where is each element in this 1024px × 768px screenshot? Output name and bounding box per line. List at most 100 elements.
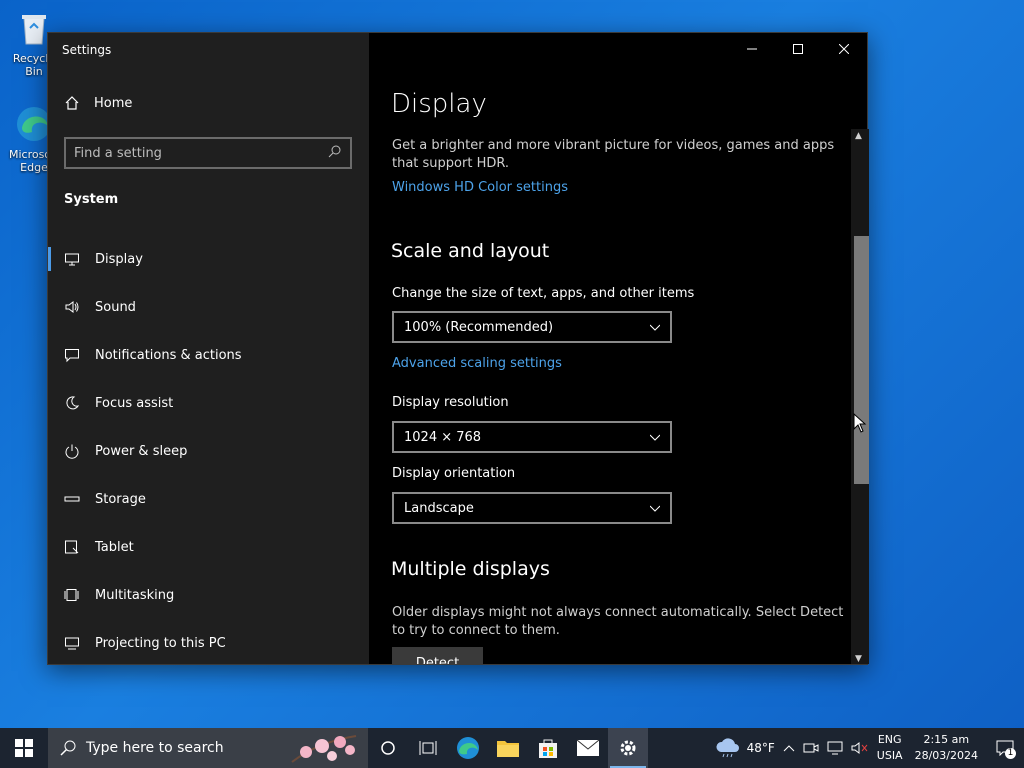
meet-now-icon xyxy=(803,743,819,753)
taskbar-search-placeholder: Type here to search xyxy=(86,740,224,756)
scale-label: Change the size of text, apps, and other… xyxy=(392,286,695,301)
resolution-label: Display resolution xyxy=(392,395,509,410)
mail-icon xyxy=(576,739,600,756)
task-view-button[interactable] xyxy=(408,728,448,768)
search-input[interactable] xyxy=(74,145,328,161)
notification-count-badge: 1 xyxy=(1005,748,1016,759)
advanced-scaling-link[interactable]: Advanced scaling settings xyxy=(392,356,562,371)
scroll-thumb[interactable] xyxy=(854,236,869,484)
settings-window: Settings Home System Display Sound xyxy=(47,32,869,667)
multiple-displays-description: Older displays might not always connect … xyxy=(392,605,844,638)
monitor-icon xyxy=(64,251,80,267)
scrollbar[interactable]: ▲ ▼ xyxy=(851,129,869,664)
sidebar-item-power-sleep[interactable]: Power & sleep xyxy=(48,427,369,475)
clock-date: 28/03/2024 xyxy=(914,749,978,762)
language-indicator[interactable]: ENG USIA xyxy=(873,728,907,768)
taskbar-store[interactable] xyxy=(528,728,568,768)
sidebar-item-label: Notifications & actions xyxy=(95,347,242,363)
sidebar-item-multitasking[interactable]: Multitasking xyxy=(48,571,369,619)
tablet-icon xyxy=(64,539,80,555)
tray-meet-button[interactable] xyxy=(799,728,823,768)
sidebar-item-label: Projecting to this PC xyxy=(95,635,226,651)
find-setting-search[interactable] xyxy=(64,137,352,169)
search-icon xyxy=(60,740,76,756)
mouse-cursor-icon xyxy=(853,413,867,433)
language-region: USIA xyxy=(876,749,903,762)
sidebar-item-label: Power & sleep xyxy=(95,443,188,459)
taskbar-search-box[interactable]: Type here to search xyxy=(48,728,368,768)
taskbar-file-explorer[interactable] xyxy=(488,728,528,768)
section-label: System xyxy=(64,192,119,207)
hdr-description: Get a brighter and more vibrant picture … xyxy=(392,138,835,171)
power-icon xyxy=(64,443,80,459)
network-icon xyxy=(827,741,843,755)
cherry-blossom-icon xyxy=(291,735,357,763)
sidebar-item-label: Sound xyxy=(95,299,136,315)
tray-volume-button[interactable] xyxy=(847,728,873,768)
taskbar-mail[interactable] xyxy=(568,728,608,768)
chevron-down-icon xyxy=(650,434,660,441)
file-explorer-icon xyxy=(497,741,519,757)
edge-icon xyxy=(457,737,479,759)
scroll-down-icon[interactable]: ▼ xyxy=(855,654,862,664)
scale-layout-heading: Scale and layout xyxy=(391,240,550,262)
chevron-up-icon xyxy=(783,745,795,752)
window-title: Settings xyxy=(62,43,112,57)
scale-value: 100% (Recommended) xyxy=(404,319,554,335)
orientation-dropdown[interactable]: Landscape xyxy=(392,492,672,524)
weather-widget[interactable]: 48°F xyxy=(711,728,779,768)
multitasking-icon xyxy=(64,587,80,603)
cloud-rain-icon xyxy=(716,738,739,758)
sidebar-item-sound[interactable]: Sound xyxy=(48,283,369,331)
action-center-button[interactable]: 1 xyxy=(986,728,1024,768)
taskbar-settings[interactable] xyxy=(608,728,648,768)
sidebar-item-notifications[interactable]: Notifications & actions xyxy=(48,331,369,379)
sidebar-item-storage[interactable]: Storage xyxy=(48,475,369,523)
home-icon xyxy=(64,95,80,111)
windows-logo-icon xyxy=(15,739,33,757)
cortana-button[interactable] xyxy=(368,728,408,768)
scroll-up-icon[interactable]: ▲ xyxy=(855,131,862,141)
resolution-dropdown[interactable]: 1024 × 768 xyxy=(392,421,672,453)
chevron-down-icon xyxy=(650,324,660,331)
show-hidden-icons-button[interactable] xyxy=(779,728,799,768)
home-nav-item[interactable]: Home xyxy=(64,95,132,111)
system-tray: 48°F ENG USIA 2:15 am 28/03/2024 1 xyxy=(711,728,1024,768)
language-code: ENG xyxy=(877,733,902,746)
scale-dropdown[interactable]: 100% (Recommended) xyxy=(392,311,672,343)
detect-button[interactable]: Detect xyxy=(392,647,483,664)
sidebar-item-label: Storage xyxy=(95,491,146,507)
resolution-value: 1024 × 768 xyxy=(404,429,482,445)
moon-icon xyxy=(64,395,80,411)
weather-temperature: 48°F xyxy=(746,741,775,755)
sidebar-item-label: Display xyxy=(95,251,143,267)
hd-color-settings-link[interactable]: Windows HD Color settings xyxy=(392,180,568,195)
sidebar-item-tablet[interactable]: Tablet xyxy=(48,523,369,571)
nav-list: Display Sound Notifications & actions Fo… xyxy=(48,235,369,667)
task-view-icon xyxy=(419,741,437,755)
taskbar: Type here to search 48°F ENG USIA 2:15 a… xyxy=(0,728,1024,768)
speaker-icon xyxy=(64,299,80,315)
store-icon xyxy=(539,739,557,758)
sidebar-item-projecting[interactable]: Projecting to this PC xyxy=(48,619,369,667)
volume-muted-icon xyxy=(851,742,868,754)
sidebar-item-display[interactable]: Display xyxy=(48,235,369,283)
notification-icon xyxy=(64,347,80,363)
tray-network-button[interactable] xyxy=(823,728,847,768)
clock-time: 2:15 am xyxy=(923,733,970,746)
search-icon[interactable] xyxy=(328,144,342,162)
taskbar-edge[interactable] xyxy=(448,728,488,768)
orientation-label: Display orientation xyxy=(392,466,516,481)
settings-icon xyxy=(620,740,636,756)
chevron-down-icon xyxy=(650,505,660,512)
sidebar-item-focus-assist[interactable]: Focus assist xyxy=(48,379,369,427)
home-label: Home xyxy=(94,95,133,111)
sidebar-item-label: Tablet xyxy=(95,539,134,555)
page-title: Display xyxy=(391,89,487,119)
content-pane: Display Get a brighter and more vibrant … xyxy=(369,33,869,664)
start-button[interactable] xyxy=(0,728,48,768)
sidebar-item-label: Focus assist xyxy=(95,395,174,411)
clock[interactable]: 2:15 am 28/03/2024 xyxy=(907,728,986,768)
sidebar-item-label: Multitasking xyxy=(95,587,175,603)
multiple-displays-heading: Multiple displays xyxy=(391,558,550,580)
